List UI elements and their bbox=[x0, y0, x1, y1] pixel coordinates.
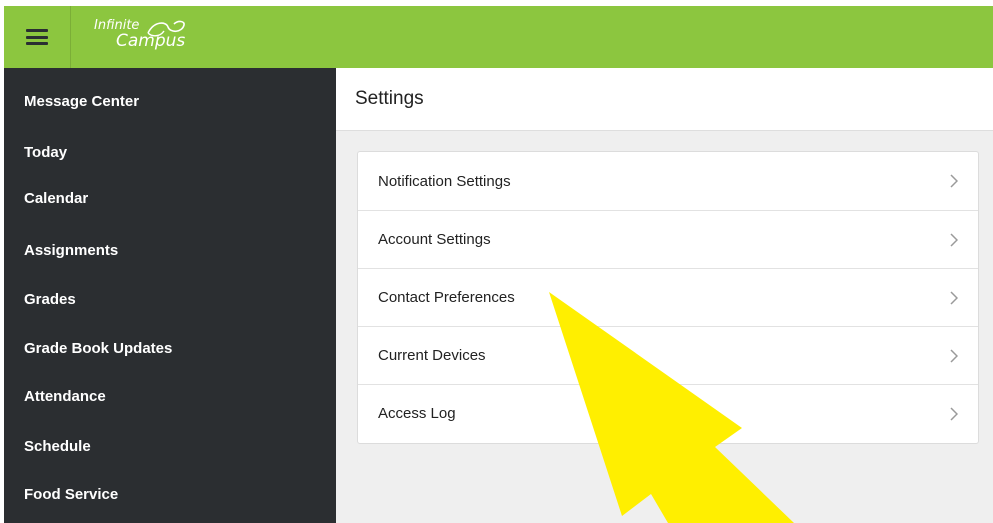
settings-item-contact-preferences[interactable]: Contact Preferences bbox=[358, 268, 978, 326]
sidebar-item-grades[interactable]: Grades bbox=[4, 279, 336, 319]
top-bar: Infinite Campus bbox=[4, 6, 993, 68]
chevron-right-icon bbox=[950, 407, 958, 421]
chevron-right-icon bbox=[950, 174, 958, 188]
settings-item-label: Access Log bbox=[378, 405, 456, 422]
sidebar-item-food-service[interactable]: Food Service bbox=[4, 474, 336, 514]
main-content: Settings Notification Settings Account S… bbox=[336, 68, 993, 523]
settings-item-current-devices[interactable]: Current Devices bbox=[358, 326, 978, 384]
sidebar-item-message-center[interactable]: Message Center bbox=[4, 81, 336, 121]
sidebar-item-schedule[interactable]: Schedule bbox=[4, 426, 336, 466]
sidebar-nav: Message Center Today Calendar Assignment… bbox=[4, 68, 336, 523]
sidebar-item-attendance[interactable]: Attendance bbox=[4, 376, 336, 416]
page-title: Settings bbox=[355, 88, 424, 109]
sidebar-item-calendar[interactable]: Calendar bbox=[4, 178, 336, 218]
settings-item-label: Notification Settings bbox=[378, 172, 511, 190]
chevron-right-icon bbox=[950, 233, 958, 247]
logo-line-2: Campus bbox=[116, 31, 186, 51]
menu-button[interactable] bbox=[4, 6, 71, 68]
chevron-right-icon bbox=[950, 291, 958, 305]
hamburger-icon bbox=[26, 29, 48, 45]
chevron-right-icon bbox=[950, 349, 958, 363]
settings-item-access-log[interactable]: Access Log bbox=[358, 384, 978, 442]
infinite-campus-logo[interactable]: Infinite Campus bbox=[94, 18, 214, 58]
sidebar-item-today[interactable]: Today bbox=[4, 132, 336, 172]
settings-item-account-settings[interactable]: Account Settings bbox=[358, 210, 978, 268]
sidebar-item-assignments[interactable]: Assignments bbox=[4, 230, 336, 270]
page-header: Settings bbox=[336, 68, 993, 131]
settings-item-label: Contact Preferences bbox=[378, 289, 515, 306]
settings-item-label: Current Devices bbox=[378, 347, 486, 364]
settings-list: Notification Settings Account Settings C… bbox=[357, 151, 979, 444]
sidebar-item-grade-book-updates[interactable]: Grade Book Updates bbox=[4, 328, 336, 368]
settings-item-notification-settings[interactable]: Notification Settings bbox=[358, 152, 978, 210]
settings-item-label: Account Settings bbox=[378, 231, 491, 248]
